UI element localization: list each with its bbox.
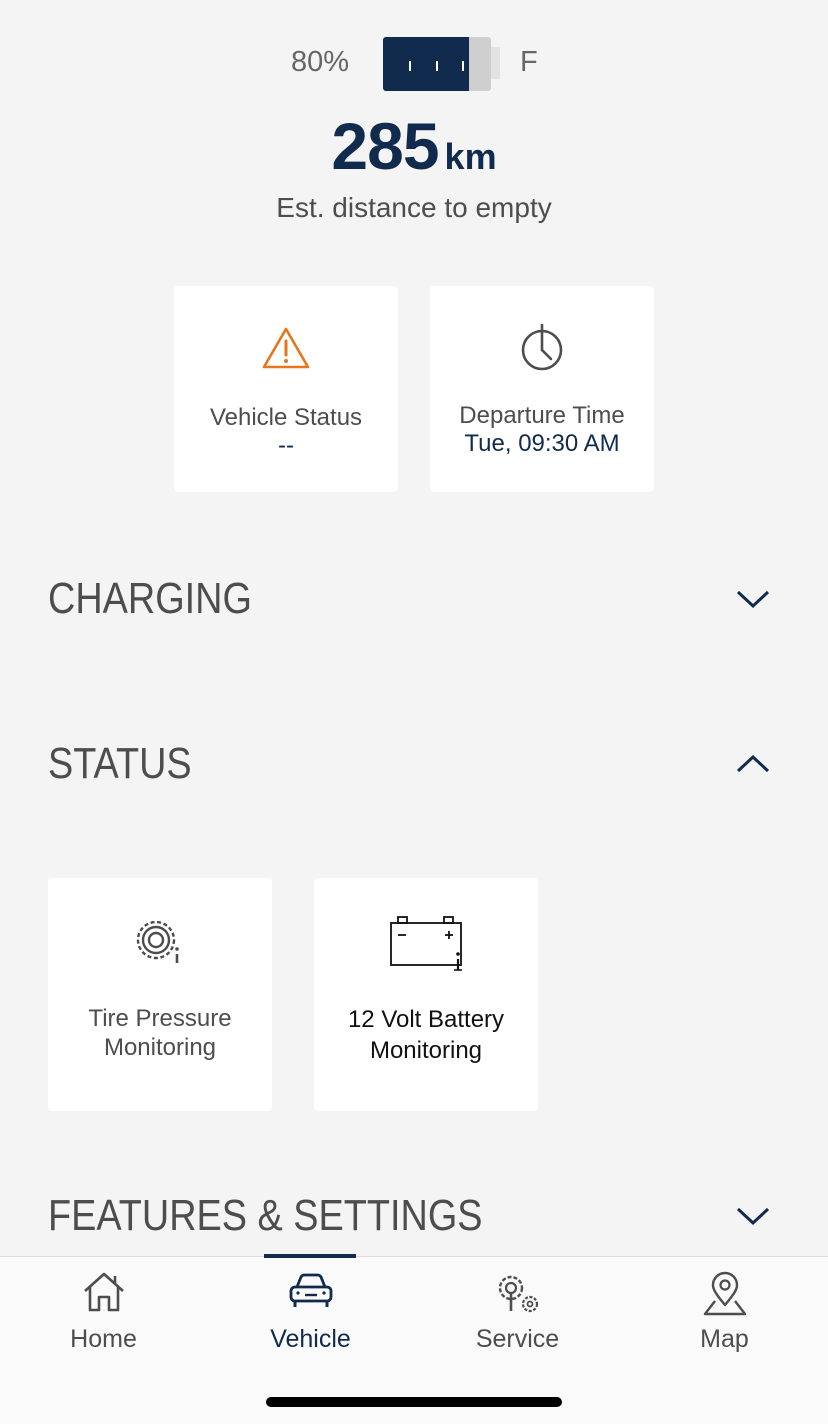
battery-gauge-nub xyxy=(491,47,500,79)
battery-12v-line2: Monitoring xyxy=(369,1037,483,1064)
clock-icon xyxy=(521,323,563,371)
battery-tick xyxy=(462,61,464,71)
tire-pressure-icon xyxy=(136,920,179,963)
range-unit: km xyxy=(444,136,497,177)
tab-vehicle[interactable]: Vehicle xyxy=(207,1257,414,1357)
tab-service[interactable]: Service xyxy=(414,1257,621,1357)
battery-tick xyxy=(409,61,411,71)
car-battery-icon xyxy=(390,916,462,971)
features-settings-section-title: FEATURES & SETTINGS xyxy=(48,1191,483,1240)
home-icon xyxy=(83,1272,124,1312)
departure-time-card[interactable]: Departure Time Tue, 09:30 AM xyxy=(430,286,654,492)
tab-home-label: Home xyxy=(70,1325,137,1353)
battery-tick xyxy=(436,61,438,71)
chevron-down-icon[interactable] xyxy=(736,1205,770,1227)
battery-gauge xyxy=(383,37,491,91)
battery-gauge-fill xyxy=(383,37,470,91)
battery-percent: 80% xyxy=(291,46,350,78)
departure-time-value: Tue, 09:30 AM xyxy=(464,430,620,457)
status-section-header[interactable]: STATUS xyxy=(48,739,780,799)
battery-full-label: F xyxy=(520,46,538,78)
battery-12v-tile[interactable]: 12 Volt Battery Monitoring xyxy=(314,878,538,1111)
tire-pressure-line2: Monitoring xyxy=(103,1034,217,1061)
range-readout: 285 km xyxy=(0,108,828,184)
charging-section-header[interactable]: CHARGING xyxy=(48,574,780,634)
range-value: 285 xyxy=(331,109,439,183)
map-pin-icon xyxy=(703,1271,746,1316)
status-section-title: STATUS xyxy=(48,739,192,788)
car-icon xyxy=(289,1273,332,1307)
charging-section-title: CHARGING xyxy=(48,574,252,623)
range-caption: Est. distance to empty xyxy=(276,192,552,223)
home-indicator xyxy=(266,1397,562,1407)
warning-triangle-icon xyxy=(262,327,310,369)
vehicle-status-card[interactable]: Vehicle Status -- xyxy=(174,286,398,492)
tab-vehicle-label: Vehicle xyxy=(270,1325,351,1353)
battery-12v-line1: 12 Volt Battery xyxy=(347,1006,505,1033)
tire-pressure-tile[interactable]: Tire Pressure Monitoring xyxy=(48,878,272,1111)
battery-indicator: 80% F xyxy=(0,34,828,92)
tire-pressure-line1: Tire Pressure xyxy=(88,1005,232,1032)
tab-service-label: Service xyxy=(475,1325,560,1353)
tab-map[interactable]: Map xyxy=(621,1257,828,1357)
vehicle-status-value: -- xyxy=(278,432,294,459)
vehicle-status-label: Vehicle Status xyxy=(209,404,363,431)
chevron-up-icon[interactable] xyxy=(736,753,770,775)
service-gear-icon xyxy=(498,1275,538,1313)
features-settings-section-header[interactable]: FEATURES & SETTINGS xyxy=(48,1191,780,1251)
tab-home[interactable]: Home xyxy=(0,1257,207,1357)
tab-map-label: Map xyxy=(700,1325,749,1353)
departure-time-label: Departure Time xyxy=(459,402,625,429)
chevron-down-icon[interactable] xyxy=(736,588,770,610)
